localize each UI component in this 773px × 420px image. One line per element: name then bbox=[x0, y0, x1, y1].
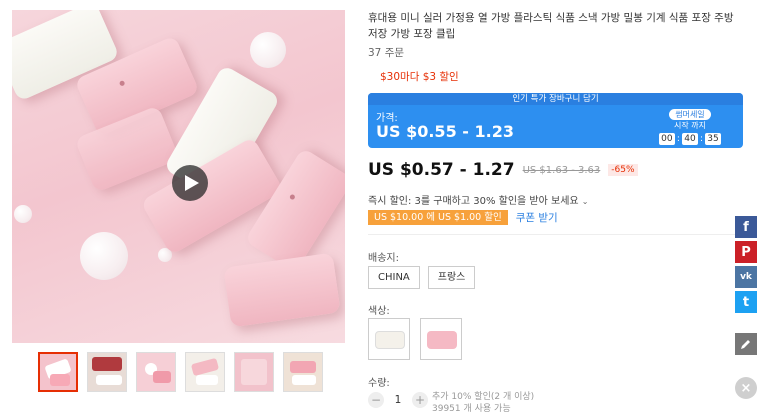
quantity-discount-note: 추가 10% 할인(2 개 이상) bbox=[432, 392, 535, 402]
divider bbox=[368, 234, 743, 235]
decor-ball bbox=[14, 205, 32, 223]
play-icon bbox=[184, 175, 199, 191]
countdown: 썸머세일 시작 까지 00 : 40 : 35 bbox=[658, 107, 721, 145]
bulk-discount-text: 즉시 할인: 3를 구매하고 30% 할인을 받아 보세요 bbox=[368, 196, 579, 207]
countdown-label: 시작 까지 bbox=[673, 121, 706, 130]
ship-to-options: CHINA 프랑스 bbox=[368, 266, 476, 289]
stock-available-note: 39951 개 사용 가능 bbox=[432, 404, 511, 414]
vk-icon: vk bbox=[740, 272, 752, 282]
order-count: 37 주문 bbox=[368, 47, 405, 59]
thumbnail-5[interactable] bbox=[234, 352, 274, 392]
share-bar: f P vk t bbox=[735, 216, 757, 313]
current-price: US $0.57 - 1.27 bbox=[368, 160, 515, 180]
thumbnail-4[interactable] bbox=[185, 352, 225, 392]
sealer-pink bbox=[223, 252, 341, 328]
countdown-hours: 00 bbox=[658, 133, 675, 145]
thumbnail-1[interactable] bbox=[38, 352, 78, 392]
store-coupon-row: US $10.00 에 US $1.00 할인 쿠폰 받기 bbox=[368, 210, 558, 225]
price-row: US $0.57 - 1.27 US $1.63 - 3.63 -65% bbox=[368, 160, 638, 180]
quantity-notes: 추가 10% 할인(2 개 이상) 39951 개 사용 가능 bbox=[432, 391, 534, 415]
ship-option-china[interactable]: CHINA bbox=[368, 266, 420, 289]
bulk-discount-dropdown[interactable]: 즉시 할인: 3를 구매하고 30% 할인을 받아 보세요 ⌄ bbox=[368, 192, 589, 207]
twitter-share-button[interactable]: t bbox=[735, 291, 757, 313]
thumbnail-6[interactable] bbox=[283, 352, 323, 392]
quantity-value[interactable]: 1 bbox=[390, 394, 406, 406]
close-share-button[interactable]: × bbox=[735, 377, 757, 399]
facebook-icon: f bbox=[743, 219, 749, 235]
flash-price: US $0.55 - 1.23 bbox=[376, 122, 514, 141]
countdown-separator: : bbox=[676, 134, 680, 144]
thumbnail-strip bbox=[38, 352, 323, 392]
product-title: 휴대용 미니 실러 가정용 열 가방 플라스틱 식품 스낵 가방 밀봉 기계 식… bbox=[368, 12, 734, 40]
countdown-separator: : bbox=[699, 134, 703, 144]
chevron-down-icon: ⌄ bbox=[581, 197, 589, 206]
sale-badge: 썸머세일 bbox=[669, 109, 711, 120]
ship-option-france[interactable]: 프랑스 bbox=[427, 266, 476, 289]
flash-deal-header: 인기 특가 장바구니 담기 bbox=[368, 93, 743, 105]
pinterest-share-button[interactable]: P bbox=[735, 241, 757, 263]
color-label: 색상: bbox=[368, 306, 390, 317]
play-video-button[interactable] bbox=[172, 165, 208, 201]
color-swatch bbox=[427, 331, 457, 349]
quantity-increase-button[interactable]: + bbox=[412, 392, 428, 408]
store-coupon-badge: US $10.00 에 US $1.00 할인 bbox=[368, 210, 508, 225]
get-coupon-link[interactable]: 쿠폰 받기 bbox=[516, 210, 558, 225]
main-product-image[interactable] bbox=[12, 10, 345, 343]
thumbnail-3[interactable] bbox=[136, 352, 176, 392]
original-price: US $1.63 - 3.63 bbox=[522, 164, 601, 176]
discount-badge: -65% bbox=[608, 164, 638, 176]
vk-share-button[interactable]: vk bbox=[735, 266, 757, 288]
flash-deal-banner: 인기 특가 장바구니 담기 가격: US $0.55 - 1.23 썸머세일 시… bbox=[368, 93, 743, 148]
facebook-share-button[interactable]: f bbox=[735, 216, 757, 238]
edit-button[interactable] bbox=[735, 333, 757, 355]
pencil-icon bbox=[741, 340, 750, 349]
countdown-seconds: 35 bbox=[705, 133, 721, 145]
quantity-stepper: − 1 + bbox=[368, 392, 428, 408]
spend-discount-text: $30마다 $3 할인 bbox=[380, 71, 459, 83]
close-icon: × bbox=[740, 380, 752, 396]
decor-ball bbox=[80, 232, 128, 280]
ship-to-label: 배송지: bbox=[368, 253, 399, 264]
color-option-white[interactable] bbox=[368, 318, 410, 360]
pinterest-icon: P bbox=[741, 244, 751, 260]
quantity-label: 수량: bbox=[368, 378, 390, 389]
color-options bbox=[368, 318, 462, 360]
thumbnail-2[interactable] bbox=[87, 352, 127, 392]
countdown-minutes: 40 bbox=[681, 133, 698, 145]
quantity-decrease-button[interactable]: − bbox=[368, 392, 384, 408]
decor-ball bbox=[250, 32, 286, 68]
twitter-icon: t bbox=[742, 294, 750, 310]
color-option-pink[interactable] bbox=[420, 318, 462, 360]
color-swatch bbox=[375, 331, 405, 349]
sealer-pink bbox=[74, 105, 180, 193]
